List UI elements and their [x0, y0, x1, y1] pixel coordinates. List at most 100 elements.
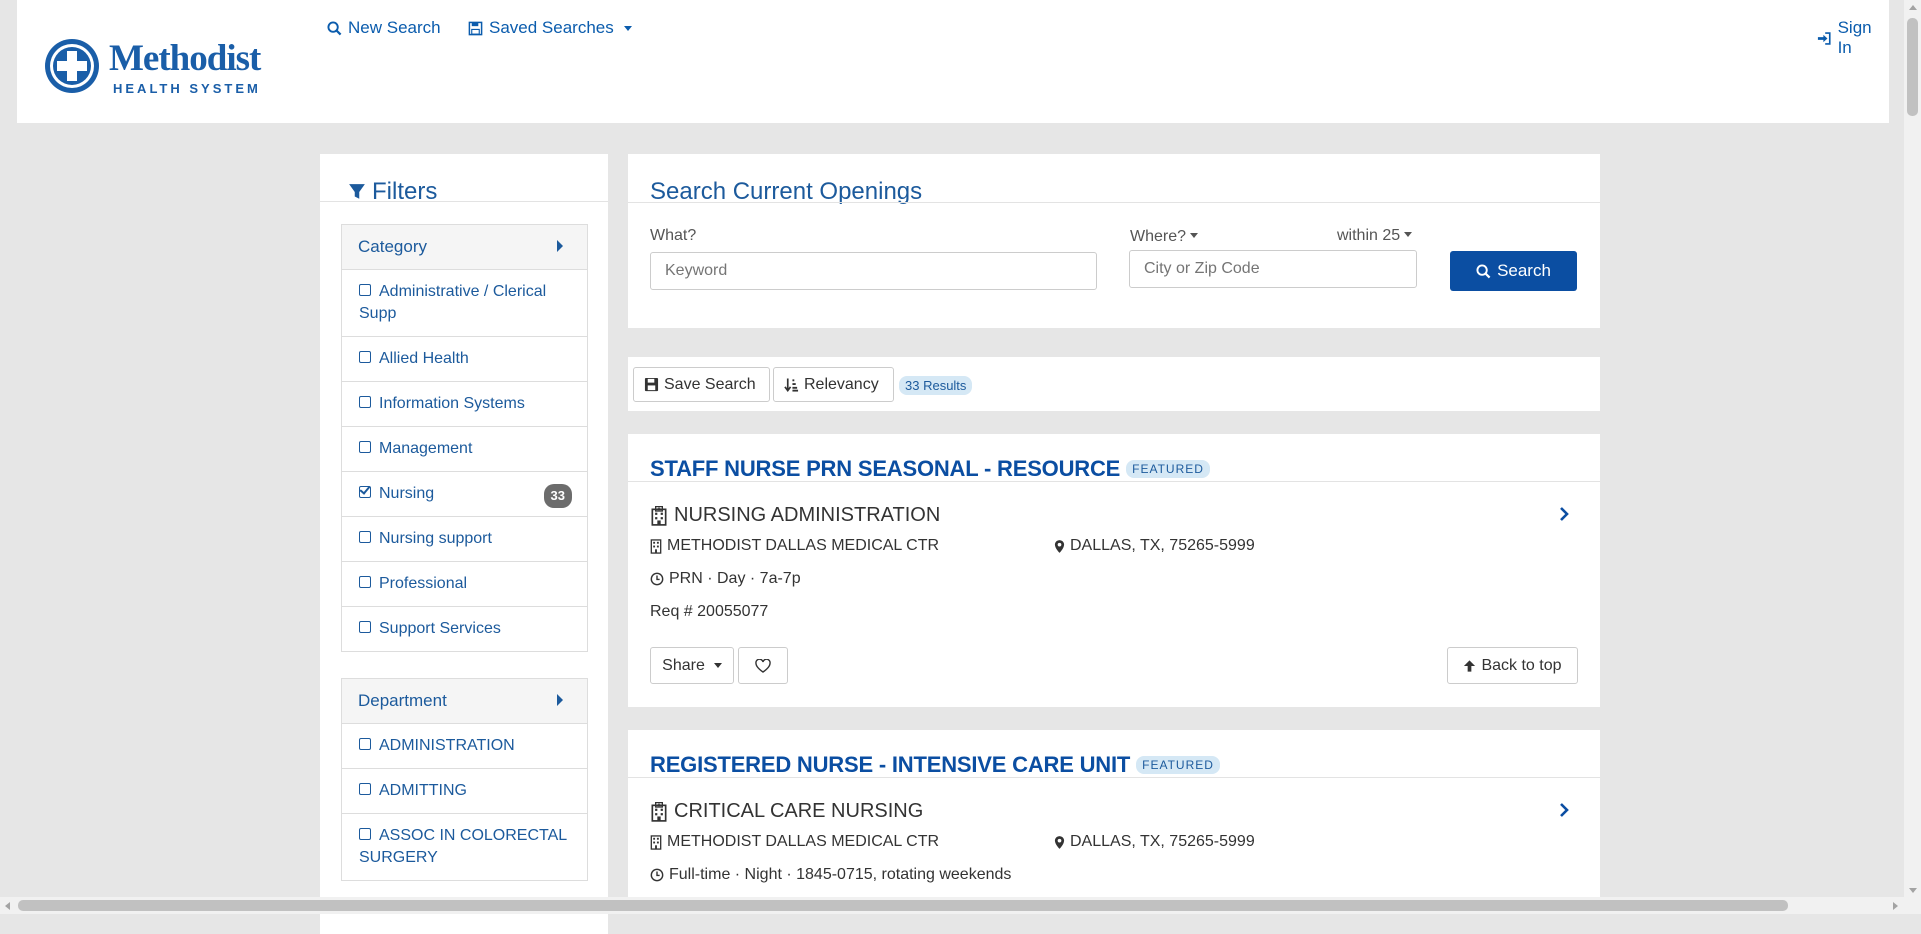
checkbox-icon[interactable]: [359, 441, 371, 453]
search-button[interactable]: Search: [1450, 251, 1577, 291]
checkbox-icon[interactable]: [359, 396, 371, 408]
hospital-icon: [651, 801, 667, 822]
filter-item-label: ASSOC IN COLORECTAL SURGERY: [359, 827, 567, 866]
filter-item-professional[interactable]: Professional: [342, 562, 587, 607]
filter-funnel-icon: [349, 184, 365, 199]
filter-item-nursing-support[interactable]: Nursing support: [342, 517, 587, 562]
featured-badge: FEATURED: [1126, 460, 1210, 478]
cross-shield-icon: [45, 39, 99, 93]
save-search-label: Save Search: [664, 375, 756, 393]
filter-item-nursing[interactable]: Nursing 33: [342, 472, 587, 517]
floppy-disk-icon: [468, 21, 483, 35]
new-search-label: New Search: [348, 18, 441, 37]
sign-in-link[interactable]: Sign In: [1817, 18, 1889, 58]
filter-item-management[interactable]: Management: [342, 427, 587, 472]
methodist-logo[interactable]: Methodist HEALTH SYSTEM: [43, 37, 283, 97]
checkbox-icon[interactable]: [359, 738, 371, 750]
back-to-top-label: Back to top: [1481, 656, 1562, 674]
caret-down-icon: [623, 25, 632, 31]
department-filter-header[interactable]: Department: [342, 679, 587, 724]
filter-item-allied-health[interactable]: Allied Health: [342, 337, 587, 382]
department-filter-group: Department ADMINISTRATION ADMITTING ASSO…: [341, 678, 588, 881]
filter-item-label: ADMITTING: [379, 782, 467, 799]
horizontal-scrollbar[interactable]: [0, 897, 1904, 914]
scroll-up-arrow-icon[interactable]: [1909, 5, 1917, 10]
sort-relevancy-button[interactable]: Relevancy: [773, 367, 894, 402]
search-icon: [1476, 263, 1491, 278]
checkbox-icon[interactable]: [359, 284, 371, 296]
map-marker-icon: [1054, 539, 1065, 553]
checkbox-icon[interactable]: [359, 351, 371, 363]
saved-searches-label: Saved Searches: [489, 18, 614, 37]
results-count-badge: 33 Results: [899, 376, 973, 395]
map-marker-icon: [1054, 835, 1065, 849]
filter-item-label: Administrative / Clerical Supp: [359, 283, 547, 322]
heart-icon: [755, 658, 771, 673]
saved-searches-dropdown[interactable]: Saved Searches: [468, 18, 632, 38]
caret-down-icon: [1190, 233, 1199, 238]
filter-item-label: Information Systems: [379, 395, 525, 412]
building-icon: [650, 538, 662, 554]
new-search-link[interactable]: New Search: [327, 18, 441, 38]
where-label: Where?: [1130, 228, 1187, 245]
checkbox-icon[interactable]: [359, 531, 371, 543]
job-card: STAFF NURSE PRN SEASONAL - RESOURCE FEAT…: [628, 434, 1600, 707]
within-radius-dropdown[interactable]: within 25: [1337, 227, 1413, 245]
checkbox-icon[interactable]: [359, 576, 371, 588]
job-title-row: REGISTERED NURSE - INTENSIVE CARE UNIT F…: [650, 752, 1220, 778]
job-department: NURSING ADMINISTRATION: [650, 504, 940, 527]
favorite-button[interactable]: [738, 647, 788, 684]
category-filter-title: Category: [358, 237, 427, 256]
filter-item-label: Nursing support: [379, 530, 492, 547]
department-filter-title: Department: [358, 691, 447, 710]
divider: [628, 481, 1600, 482]
location-input[interactable]: [1129, 250, 1417, 288]
job-schedule: Full-time · Night · 1845-0715, rotating …: [650, 866, 1011, 884]
scroll-right-arrow-icon[interactable]: [1893, 902, 1898, 910]
filter-item-label: ADMINISTRATION: [379, 737, 515, 754]
filter-item-administrative-clerical[interactable]: Administrative / Clerical Supp: [342, 270, 587, 337]
job-title-link[interactable]: STAFF NURSE PRN SEASONAL - RESOURCE: [650, 456, 1120, 482]
checkbox-icon[interactable]: [359, 621, 371, 633]
location-text: DALLAS, TX, 75265-5999: [1070, 537, 1255, 554]
filter-item-support-services[interactable]: Support Services: [342, 607, 587, 651]
category-filter-header[interactable]: Category: [342, 225, 587, 270]
scroll-down-arrow-icon[interactable]: [1909, 888, 1917, 893]
filter-item-assoc-colorectal-surgery[interactable]: ASSOC IN COLORECTAL SURGERY: [342, 814, 587, 880]
count-badge: 33: [543, 484, 572, 508]
save-search-button[interactable]: Save Search: [633, 367, 770, 402]
horizontal-scroll-thumb[interactable]: [18, 900, 1788, 911]
filter-item-information-systems[interactable]: Information Systems: [342, 382, 587, 427]
job-facility: METHODIST DALLAS MEDICAL CTR: [650, 833, 939, 851]
checkbox-checked-icon[interactable]: [359, 486, 371, 498]
job-card: REGISTERED NURSE - INTENSIVE CARE UNIT F…: [628, 730, 1600, 914]
job-title-row: STAFF NURSE PRN SEASONAL - RESOURCE FEAT…: [650, 456, 1210, 482]
checkbox-icon[interactable]: [359, 783, 371, 795]
vertical-scrollbar[interactable]: [1904, 0, 1921, 914]
floppy-disk-icon: [644, 377, 659, 392]
sign-in-icon: [1817, 31, 1831, 45]
arrow-up-icon: [1464, 659, 1476, 672]
filter-item-label: Nursing: [379, 485, 435, 502]
where-dropdown[interactable]: Where?: [1130, 228, 1199, 246]
job-location: DALLAS, TX, 75265-5999: [1054, 833, 1255, 851]
checkbox-icon[interactable]: [359, 828, 371, 840]
facility-name: METHODIST DALLAS MEDICAL CTR: [667, 833, 940, 850]
job-title-link[interactable]: REGISTERED NURSE - INTENSIVE CARE UNIT: [650, 752, 1130, 778]
hospital-icon: [651, 505, 667, 526]
job-req-number: Req # 20055077: [650, 603, 769, 620]
sign-in-label: Sign In: [1837, 18, 1872, 57]
vertical-scroll-thumb[interactable]: [1907, 18, 1918, 116]
scroll-left-arrow-icon[interactable]: [5, 902, 10, 910]
clock-icon: [650, 572, 664, 586]
back-to-top-button[interactable]: Back to top: [1447, 647, 1578, 684]
chevron-right-icon[interactable]: [1558, 506, 1570, 522]
location-text: DALLAS, TX, 75265-5999: [1070, 833, 1255, 850]
keyword-input[interactable]: [650, 252, 1097, 290]
chevron-right-icon[interactable]: [1558, 802, 1570, 818]
filter-item-administration[interactable]: ADMINISTRATION: [342, 724, 587, 769]
share-dropdown-button[interactable]: Share: [650, 647, 734, 684]
divider: [320, 201, 608, 202]
filter-item-admitting[interactable]: ADMITTING: [342, 769, 587, 814]
schedule-text: PRN · Day · 7a-7p: [669, 570, 801, 587]
